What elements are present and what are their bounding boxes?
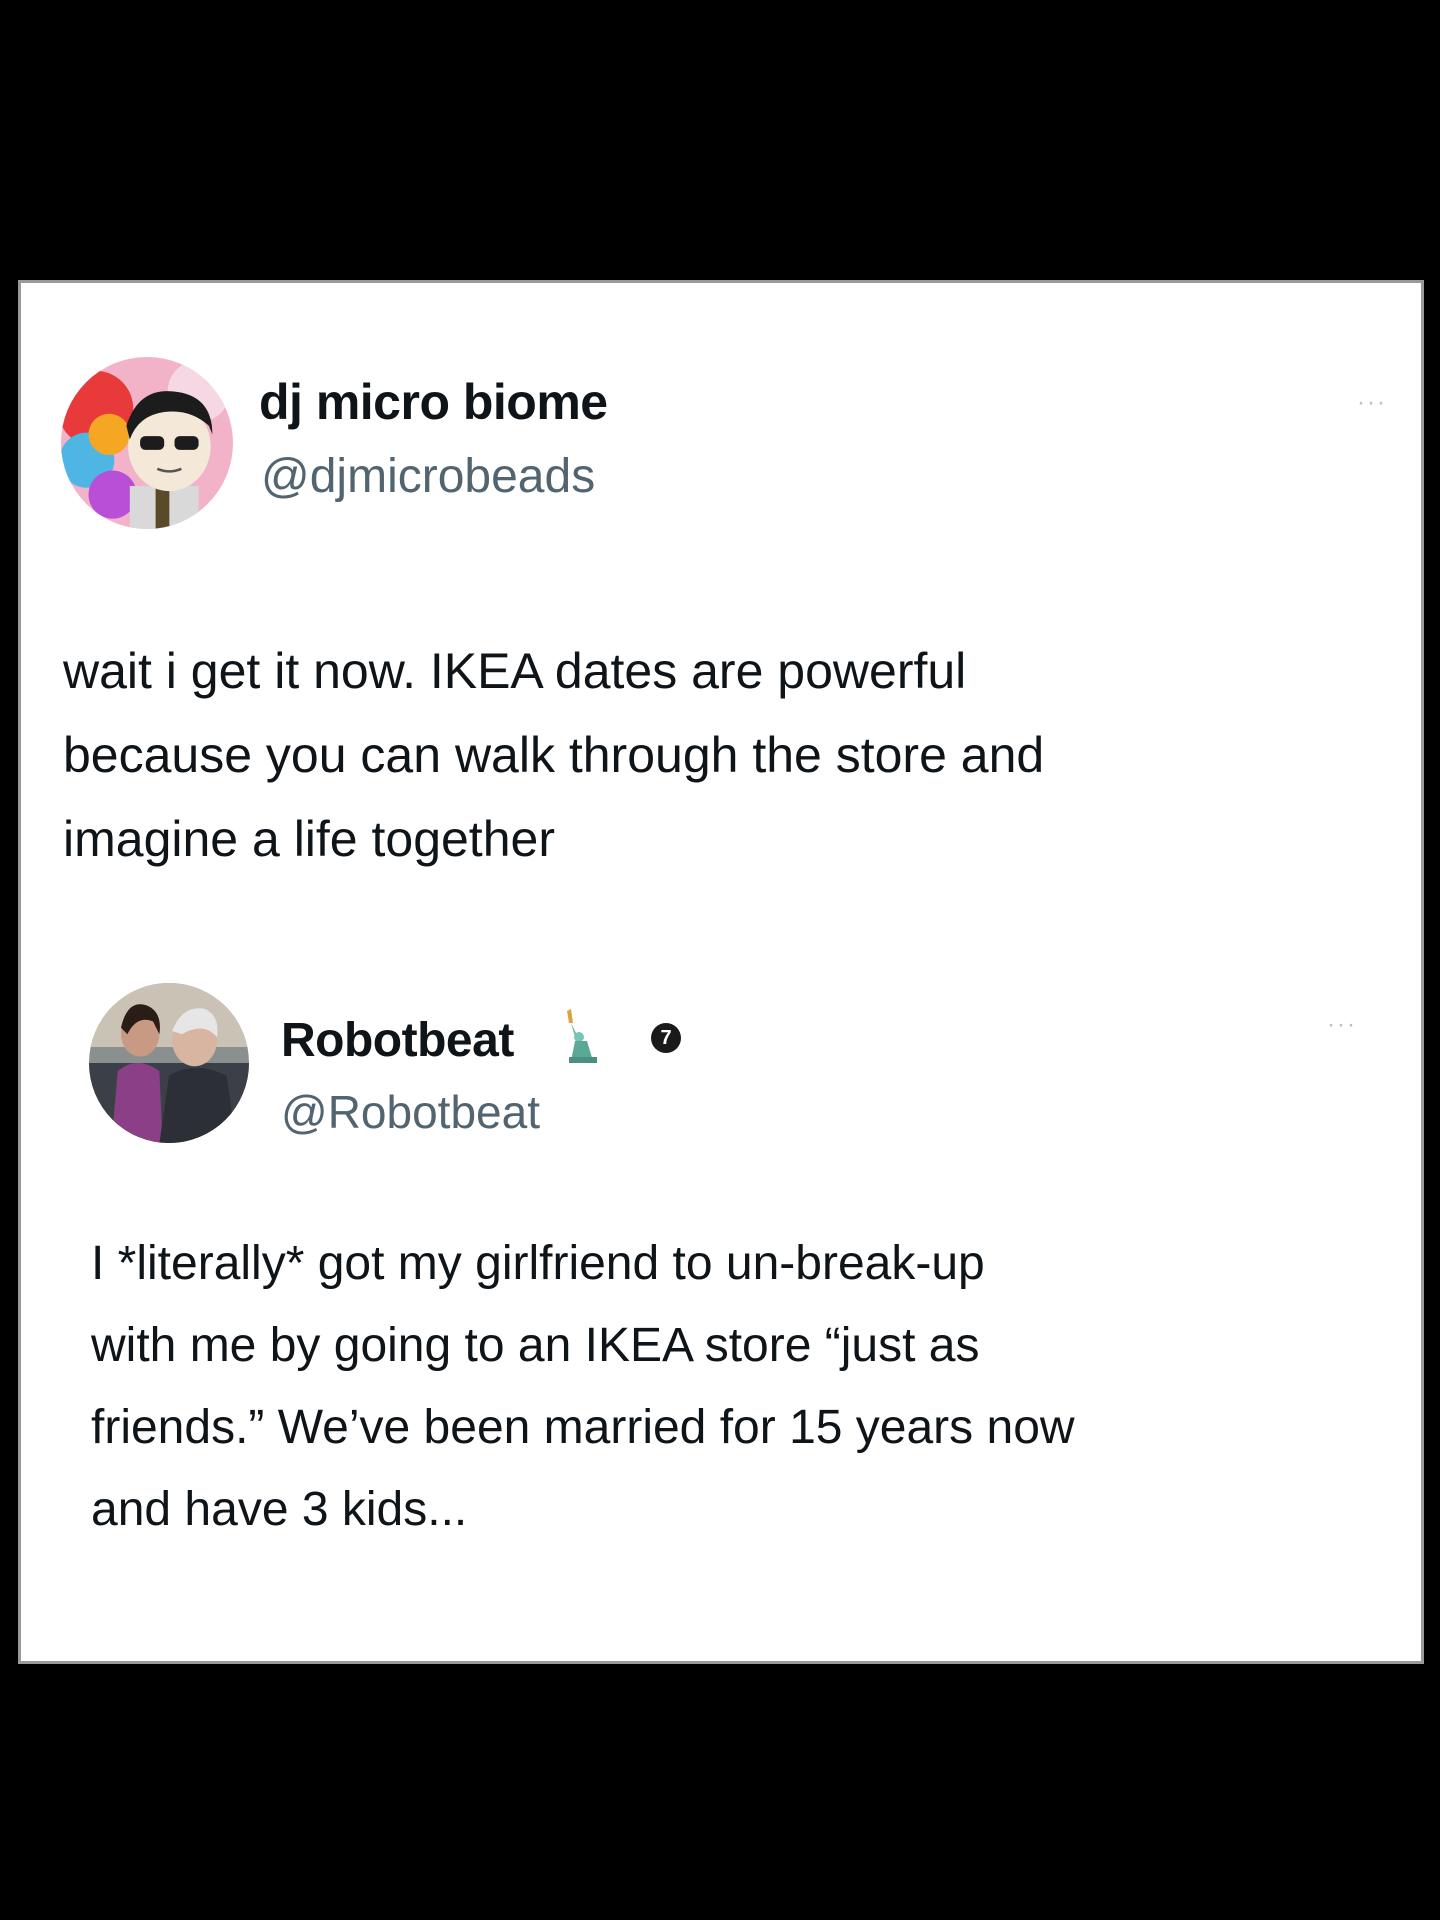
more-options-button[interactable]: ··· xyxy=(1327,1011,1357,1039)
reply-post: Robotbeat 7 @Robotbeat ··· I *literally*… xyxy=(21,883,1421,1663)
original-post: dj micro biome @djmicrobeads ··· wait i … xyxy=(21,283,1421,883)
post-text: I *literally* got my girlfriend to un-br… xyxy=(91,1237,1075,1536)
user-handle[interactable]: @djmicrobeads xyxy=(261,449,595,504)
display-name[interactable]: Robotbeat xyxy=(281,1013,514,1068)
post-text: wait i get it now. IKEA dates are powerf… xyxy=(63,643,1045,867)
verified-badge: 7 xyxy=(651,1023,681,1053)
user-handle[interactable]: @Robotbeat xyxy=(281,1085,540,1139)
cartoon-avatar-icon[interactable] xyxy=(61,357,233,529)
more-options-button[interactable]: ··· xyxy=(1357,389,1387,417)
display-name[interactable]: dj micro biome xyxy=(259,373,608,431)
screenshot-card: dj micro biome @djmicrobeads ··· wait i … xyxy=(18,280,1424,1664)
photo-avatar-icon[interactable] xyxy=(89,983,249,1143)
statue-of-liberty-icon xyxy=(561,1007,601,1063)
